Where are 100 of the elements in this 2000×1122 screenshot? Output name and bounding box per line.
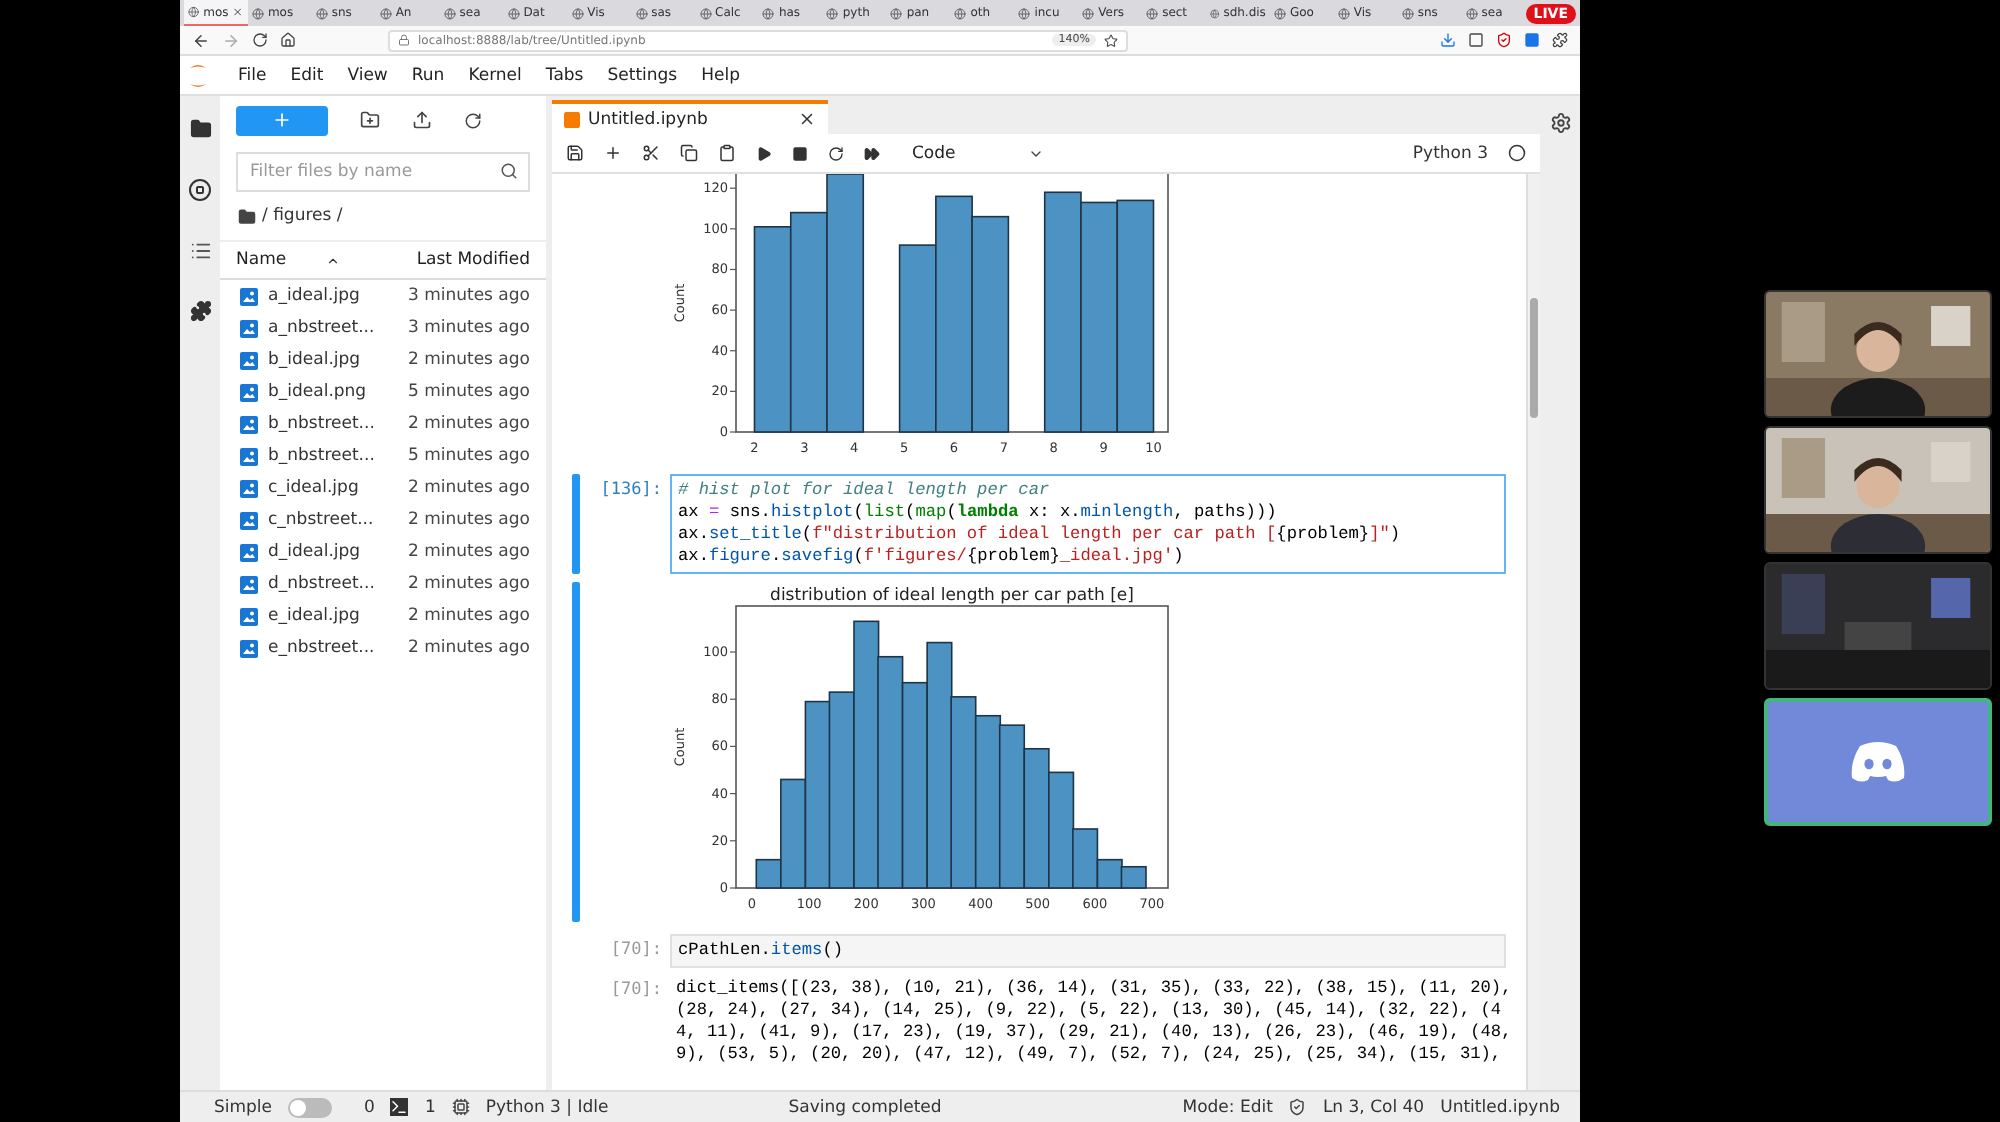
cut-icon[interactable] bbox=[642, 144, 660, 162]
modified-time: 2 minutes ago bbox=[407, 510, 530, 530]
input-prompt: [136]: bbox=[598, 478, 664, 504]
image-file-icon bbox=[240, 479, 258, 497]
reload-icon[interactable] bbox=[252, 32, 268, 48]
output-text: (28, 24), (27, 34), (14, 25), (9, 22), (5, 22), (13, 30), (45, 14), (32, 22), (4 bbox=[676, 1000, 1504, 1022]
new-launcher-button[interactable] bbox=[236, 105, 328, 135]
puzzle-icon[interactable] bbox=[189, 300, 211, 322]
kernel-name[interactable]: Python 3 bbox=[1412, 143, 1488, 163]
globe-icon bbox=[507, 7, 520, 19]
histogram-bar bbox=[1023, 747, 1050, 889]
folder-icon[interactable] bbox=[238, 207, 256, 225]
modified-time: 2 minutes ago bbox=[407, 606, 530, 626]
home-icon[interactable] bbox=[280, 32, 296, 48]
file-name[interactable]: c_nbstreet... bbox=[268, 510, 398, 530]
image-file-icon bbox=[240, 447, 258, 465]
simple-mode-toggle[interactable] bbox=[288, 1097, 333, 1117]
column-header[interactable]: Name bbox=[236, 250, 287, 270]
histogram-bar bbox=[1120, 865, 1147, 889]
folder-icon[interactable] bbox=[189, 118, 211, 140]
menu-item[interactable]: Help bbox=[689, 65, 752, 85]
menu-item[interactable]: Run bbox=[399, 65, 457, 85]
output-text: dict_items([(23, 38), (10, 21), (36, 14), (31, 35), (33, 22), (38, 15), (11, 20), bbox=[676, 978, 1512, 1000]
stop-circle-icon[interactable] bbox=[188, 178, 212, 202]
search-icon bbox=[500, 162, 518, 180]
globe-icon bbox=[1018, 7, 1031, 19]
menu-item[interactable]: Kernel bbox=[456, 65, 534, 85]
image-file-icon bbox=[240, 287, 258, 305]
file-name[interactable]: d_ideal.jpg bbox=[268, 542, 398, 562]
file-name[interactable]: b_nbstreet... bbox=[268, 446, 398, 466]
globe-icon bbox=[826, 7, 839, 19]
image-file-icon bbox=[240, 607, 258, 625]
file-name: Untitled.ipynb bbox=[1440, 1097, 1560, 1117]
puzzle-icon[interactable] bbox=[1552, 32, 1568, 48]
add-cell-icon[interactable] bbox=[604, 144, 622, 162]
output-text: 4, 11), (41, 9), (17, 23), (19, 37), (29, 21), (40, 13), (26, 23), (46, 19), (48, bbox=[676, 1022, 1512, 1044]
upload-icon[interactable] bbox=[412, 110, 432, 130]
breadcrumb-path[interactable]: / figures / bbox=[262, 206, 343, 226]
run-icon[interactable] bbox=[756, 145, 772, 161]
menu-item[interactable]: File bbox=[226, 65, 279, 85]
globe-icon bbox=[635, 7, 648, 19]
globe-icon bbox=[443, 7, 456, 19]
modified-time: 3 minutes ago bbox=[407, 286, 530, 306]
close-icon[interactable] bbox=[798, 110, 816, 128]
image-file-icon bbox=[240, 575, 258, 593]
sort-caret-icon bbox=[326, 253, 341, 267]
globe-icon bbox=[1337, 7, 1350, 19]
lock-icon bbox=[398, 34, 410, 46]
file-name[interactable]: b_ideal.png bbox=[268, 382, 398, 402]
menu-item[interactable]: Tabs bbox=[533, 65, 596, 85]
code-editor[interactable]: cPathLen.items() bbox=[670, 934, 1506, 968]
globe-icon bbox=[1082, 7, 1095, 19]
output-prompt: [70]: bbox=[608, 978, 664, 1004]
file-name[interactable]: d_nbstreet... bbox=[268, 574, 398, 594]
file-name[interactable]: b_nbstreet... bbox=[268, 414, 398, 434]
image-file-icon bbox=[240, 639, 258, 657]
file-name[interactable]: b_ideal.jpg bbox=[268, 350, 398, 370]
settings-icon[interactable] bbox=[1549, 112, 1571, 134]
globe-icon bbox=[379, 7, 392, 19]
modified-time: 5 minutes ago bbox=[407, 446, 530, 466]
paste-icon[interactable] bbox=[718, 144, 736, 162]
copy-icon[interactable] bbox=[680, 144, 698, 162]
plus-icon bbox=[272, 110, 292, 130]
file-name[interactable]: e_nbstreet... bbox=[268, 638, 398, 658]
fast-forward-icon[interactable] bbox=[864, 145, 880, 161]
image-file-icon bbox=[240, 351, 258, 369]
save-icon[interactable] bbox=[566, 144, 584, 162]
terminal-icon bbox=[390, 1098, 409, 1116]
modified-time: 2 minutes ago bbox=[407, 350, 530, 370]
file-name[interactable]: c_ideal.jpg bbox=[268, 478, 398, 498]
input-prompt: [70]: bbox=[608, 938, 664, 964]
cell-type-dropdown[interactable]: Code bbox=[912, 143, 1044, 163]
filter-field[interactable]: Filter files by name bbox=[236, 152, 530, 192]
cursor-position: Ln 3, Col 40 bbox=[1322, 1097, 1425, 1117]
modified-time: 3 minutes ago bbox=[407, 318, 530, 338]
back-icon[interactable] bbox=[192, 31, 210, 49]
new-folder-icon[interactable] bbox=[360, 110, 380, 130]
menu-item[interactable]: Edit bbox=[278, 65, 336, 85]
file-name[interactable]: e_ideal.jpg bbox=[268, 606, 398, 626]
star-icon[interactable] bbox=[1104, 33, 1118, 47]
modified-time: 2 minutes ago bbox=[407, 478, 530, 498]
refresh-icon[interactable] bbox=[464, 111, 482, 129]
file-name[interactable]: a_ideal.jpg bbox=[268, 286, 398, 306]
restart-icon[interactable] bbox=[828, 145, 844, 161]
logo-icon bbox=[1848, 740, 1908, 784]
menu-item[interactable]: Settings bbox=[595, 65, 690, 85]
download-icon[interactable] bbox=[1440, 32, 1456, 48]
globe-icon bbox=[890, 7, 903, 19]
chart-title: distribution of ideal length per car path [e] bbox=[770, 586, 1134, 606]
globe-icon bbox=[1401, 7, 1414, 19]
image-file-icon bbox=[240, 415, 258, 433]
menu-item[interactable]: View bbox=[335, 65, 400, 85]
file-name[interactable]: a_nbstreet... bbox=[268, 318, 398, 338]
column-header[interactable]: Last Modified bbox=[416, 250, 530, 270]
shield-icon[interactable] bbox=[1496, 32, 1512, 48]
scrollbar-thumb[interactable] bbox=[1530, 298, 1538, 418]
code-editor[interactable]: # hist plot for ideal length per car ax = sns.histplot(list(map(lambda x: x.minlength, paths))) ax.set_title(f"distribution of ideal length per car path [{problem}]") ax.figure.savefig(f'figures/{problem}_ideal.jpg') bbox=[670, 474, 1506, 574]
notebook-tab[interactable]: Untitled.ipynb bbox=[552, 100, 828, 134]
stop-icon[interactable] bbox=[792, 145, 808, 161]
image-file-icon bbox=[240, 511, 258, 529]
